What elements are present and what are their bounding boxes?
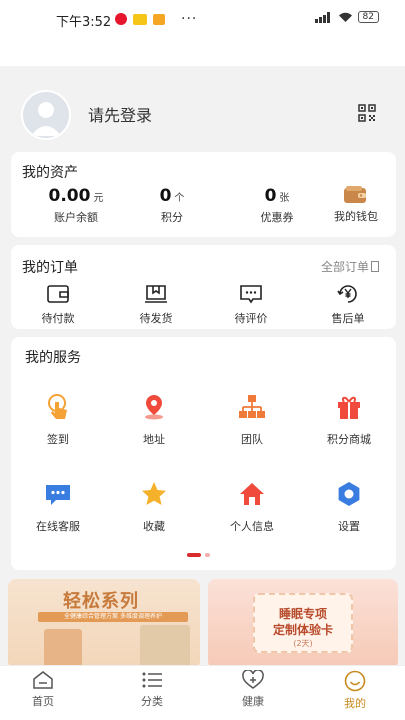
- order-label: 售后单: [331, 312, 365, 325]
- box-outline-icon: [145, 285, 167, 303]
- service-checkin[interactable]: 签到: [23, 393, 93, 447]
- tap-hand-icon: [48, 394, 67, 419]
- tab-label: 分类: [141, 695, 163, 708]
- promo-banner-relax-series[interactable]: 轻松系列 全健康综合管理方案 多维度调理养护: [8, 579, 200, 669]
- team-tree-icon: [239, 395, 265, 418]
- settings-gear-icon: [338, 482, 360, 506]
- service-settings[interactable]: 设置: [314, 480, 384, 534]
- balance-value: 0.00: [48, 186, 91, 206]
- bottom-tab-bar: 首页 分类 健康 我的: [0, 665, 405, 720]
- chat-bubble-icon: [46, 485, 70, 505]
- order-pending-payment[interactable]: 待付款: [23, 283, 93, 326]
- avatar[interactable]: [21, 90, 71, 140]
- order-label: 待评价: [234, 312, 268, 325]
- balance-item[interactable]: 0.00 元 账户余额: [31, 186, 121, 225]
- banner-tag: (2天): [293, 639, 313, 648]
- order-after-sales[interactable]: 售后单: [313, 283, 383, 326]
- chevron-right-icon: [371, 261, 379, 272]
- home-outline-icon: [33, 671, 53, 689]
- service-personal-info[interactable]: 个人信息: [217, 480, 287, 534]
- login-prompt[interactable]: 请先登录: [88, 102, 152, 126]
- service-team[interactable]: 团队: [217, 393, 287, 447]
- coupons-unit: 张: [279, 193, 290, 204]
- order-pending-shipment[interactable]: 待发货: [121, 283, 191, 326]
- list-icon: [142, 672, 162, 688]
- service-label: 收藏: [143, 520, 165, 533]
- home-icon: [240, 483, 264, 505]
- message-notification-icon: [153, 13, 165, 25]
- header-band: [0, 36, 405, 66]
- coupons-label: 优惠券: [260, 211, 294, 224]
- service-label: 签到: [47, 433, 69, 446]
- signal-icon: [314, 11, 330, 23]
- service-label: 积分商城: [327, 433, 371, 446]
- services-pager: [187, 553, 210, 557]
- banner-line2: 定制体验卡: [272, 623, 333, 637]
- service-online-support[interactable]: 在线客服: [23, 480, 93, 534]
- points-unit: 个: [174, 193, 185, 204]
- banner-subtitle: 全健康综合管理方案 多维度调理养护: [38, 612, 188, 622]
- profile-header[interactable]: 请先登录: [0, 80, 405, 144]
- coupons-item[interactable]: 0张 优惠券: [232, 186, 322, 225]
- coupons-value: 0: [264, 186, 277, 206]
- order-label: 待发货: [139, 312, 173, 325]
- service-points-mall[interactable]: 积分商城: [314, 393, 384, 447]
- tab-label: 首页: [32, 695, 54, 708]
- wallet-icon[interactable]: [344, 186, 366, 203]
- service-label: 个人信息: [230, 520, 274, 533]
- orders-card: 我的订单 全部订单 待付款 待发货 待评价 售后单: [11, 245, 396, 329]
- balance-label: 账户余额: [54, 211, 98, 224]
- more-notifications-icon: ···: [181, 11, 198, 27]
- points-label: 积分: [161, 211, 183, 224]
- service-label: 在线客服: [36, 520, 80, 533]
- orders-title: 我的订单: [22, 260, 78, 276]
- comment-outline-icon: [240, 285, 262, 304]
- default-avatar-icon: [31, 102, 61, 136]
- service-address[interactable]: 地址: [119, 393, 189, 447]
- status-time: 下午3:52: [56, 15, 112, 30]
- tab-home[interactable]: 首页: [3, 670, 83, 709]
- battery-indicator: 82: [357, 11, 379, 23]
- pager-dot[interactable]: [205, 553, 210, 557]
- points-item[interactable]: 0个 积分: [127, 186, 217, 225]
- star-icon: [142, 482, 166, 505]
- tab-label: 我的: [344, 697, 366, 710]
- tab-category[interactable]: 分类: [112, 670, 192, 709]
- promo-banner-sleep-card[interactable]: 睡眠专项 定制体验卡 (2天): [208, 579, 398, 669]
- points-value: 0: [159, 186, 172, 206]
- assets-title: 我的资产: [22, 165, 78, 181]
- order-pending-review[interactable]: 待评价: [216, 283, 286, 326]
- balance-unit: 元: [93, 193, 104, 204]
- product-package-image: [140, 625, 190, 669]
- services-title: 我的服务: [25, 350, 81, 366]
- location-pin-icon: [145, 395, 163, 420]
- qr-code-icon[interactable]: [358, 104, 376, 122]
- weibo-notification-icon: [115, 13, 127, 25]
- service-favorites[interactable]: 收藏: [119, 480, 189, 534]
- gift-icon: [338, 396, 360, 419]
- tab-health[interactable]: 健康: [213, 670, 293, 709]
- tab-label: 健康: [242, 695, 264, 708]
- app-notification-icon: [133, 13, 147, 25]
- order-label: 待付款: [41, 312, 75, 325]
- heart-plus-icon: [242, 670, 264, 689]
- service-label: 地址: [143, 433, 165, 446]
- pager-dot-active[interactable]: [187, 553, 201, 557]
- yuan-refund-icon: [337, 285, 357, 303]
- banner-line1: 睡眠专项: [278, 607, 327, 621]
- product-box-image: [44, 629, 82, 669]
- all-orders-link[interactable]: 全部订单: [321, 258, 379, 275]
- status-bar: 下午3:52 ··· 82: [0, 0, 405, 36]
- service-label: 团队: [241, 433, 263, 446]
- smile-face-icon: [344, 670, 366, 692]
- banner-title: 轻松系列: [63, 591, 139, 612]
- all-orders-label: 全部订单: [320, 260, 369, 274]
- service-label: 设置: [338, 520, 360, 533]
- wifi-icon: [338, 12, 352, 22]
- wallet-outline-icon: [47, 285, 69, 303]
- wallet-label[interactable]: 我的钱包: [329, 208, 383, 224]
- assets-card: 我的资产 0.00 元 账户余额 0个 积分 0张 优惠券 我的钱包: [11, 152, 396, 237]
- services-card: 我的服务 签到 地址 团队 积分商城 在线客服 收藏 个人信息 设置: [11, 337, 396, 570]
- tab-mine[interactable]: 我的: [315, 670, 395, 711]
